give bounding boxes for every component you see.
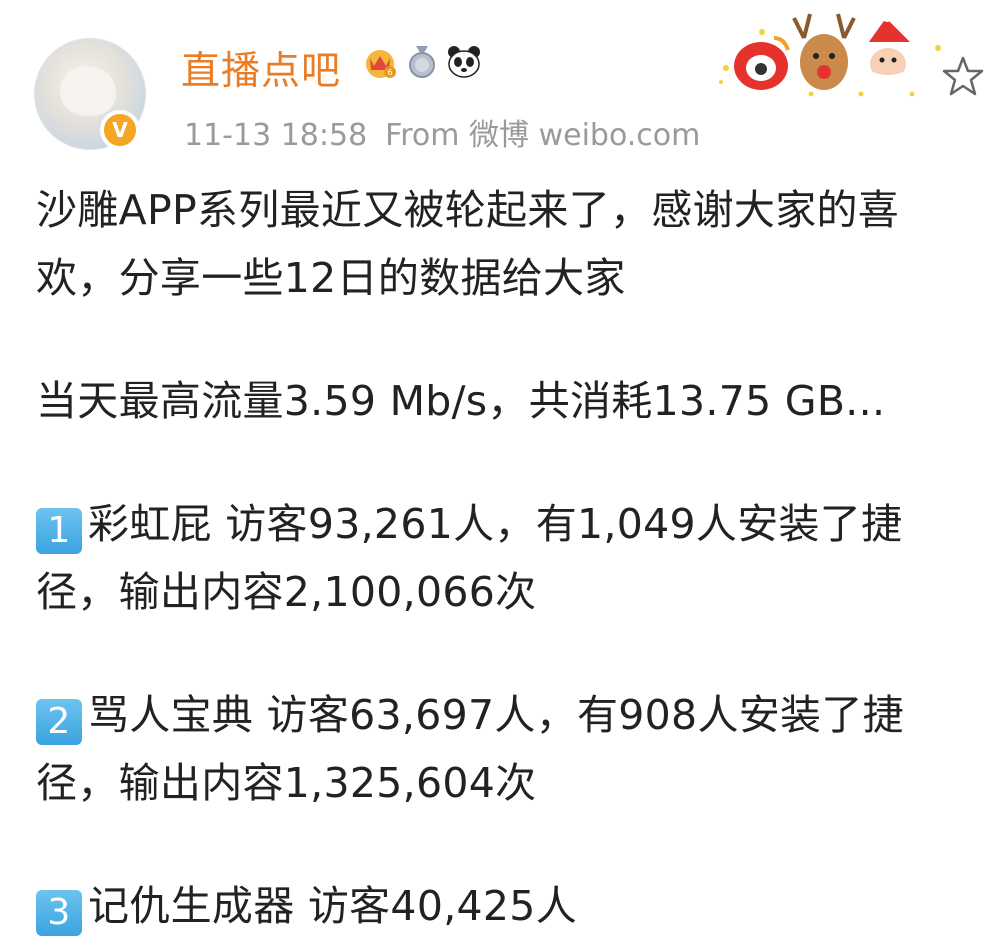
medal-badge-icon[interactable] [404, 44, 440, 80]
number-3-keycap-icon: 3 [36, 890, 82, 936]
post-text-line: 径，输出内容1,325,604次 [36, 759, 537, 807]
post-text-line: 记仇生成器 访客40,425人 [88, 882, 577, 930]
badge-list: 6 [362, 44, 482, 80]
verified-badge-icon: V [100, 110, 140, 150]
post-text-line: 沙雕APP系列最近又被轮起来了，感谢大家的喜 [36, 186, 900, 234]
post-body: 沙雕APP系列最近又被轮起来了，感谢大家的喜 欢，分享一些12日的数据给大家 当… [36, 176, 991, 940]
crown-badge-icon[interactable]: 6 [362, 44, 398, 80]
christmas-decoration-icon [719, 12, 941, 97]
svg-text:6: 6 [387, 68, 392, 77]
post-paragraph: 2 骂人宝典 访客63,697人，有908人安装了捷 径，输出内容1,325,60… [36, 681, 991, 817]
number-2-keycap-icon: 2 [36, 699, 82, 745]
number-1-keycap-icon: 1 [36, 508, 82, 554]
post-paragraph: 当天最高流量3.59 Mb/s，共消耗13.75 GB... [36, 367, 991, 435]
author-name[interactable]: 直播点吧 [181, 40, 341, 96]
post-time: 11-13 18:58 [184, 118, 368, 153]
post-paragraph: 3 记仇生成器 访客40,425人 [36, 872, 991, 940]
post-paragraph: 1 彩虹屁 访客93,261人，有1,049人安装了捷 径，输出内容2,100,0… [36, 490, 991, 626]
post-text-line: 欢，分享一些12日的数据给大家 [36, 254, 626, 302]
post-meta: 11-13 18:58 From 微博 weibo.com [184, 110, 700, 154]
post-paragraph: 沙雕APP系列最近又被轮起来了，感谢大家的喜 欢，分享一些12日的数据给大家 [36, 176, 991, 312]
avatar-image [60, 66, 116, 116]
post-text-line: 当天最高流量3.59 Mb/s，共消耗13.75 GB... [36, 377, 886, 425]
post-text-line: 彩虹屁 访客93,261人，有1,049人安装了捷 [88, 500, 903, 548]
post-source[interactable]: From 微博 weibo.com [385, 118, 700, 153]
panda-icon[interactable] [446, 44, 482, 80]
post-text-line: 骂人宝典 访客63,697人，有908人安装了捷 [88, 691, 904, 739]
favorite-star-icon[interactable] [941, 54, 985, 98]
post-text-line: 径，输出内容2,100,066次 [36, 568, 537, 616]
